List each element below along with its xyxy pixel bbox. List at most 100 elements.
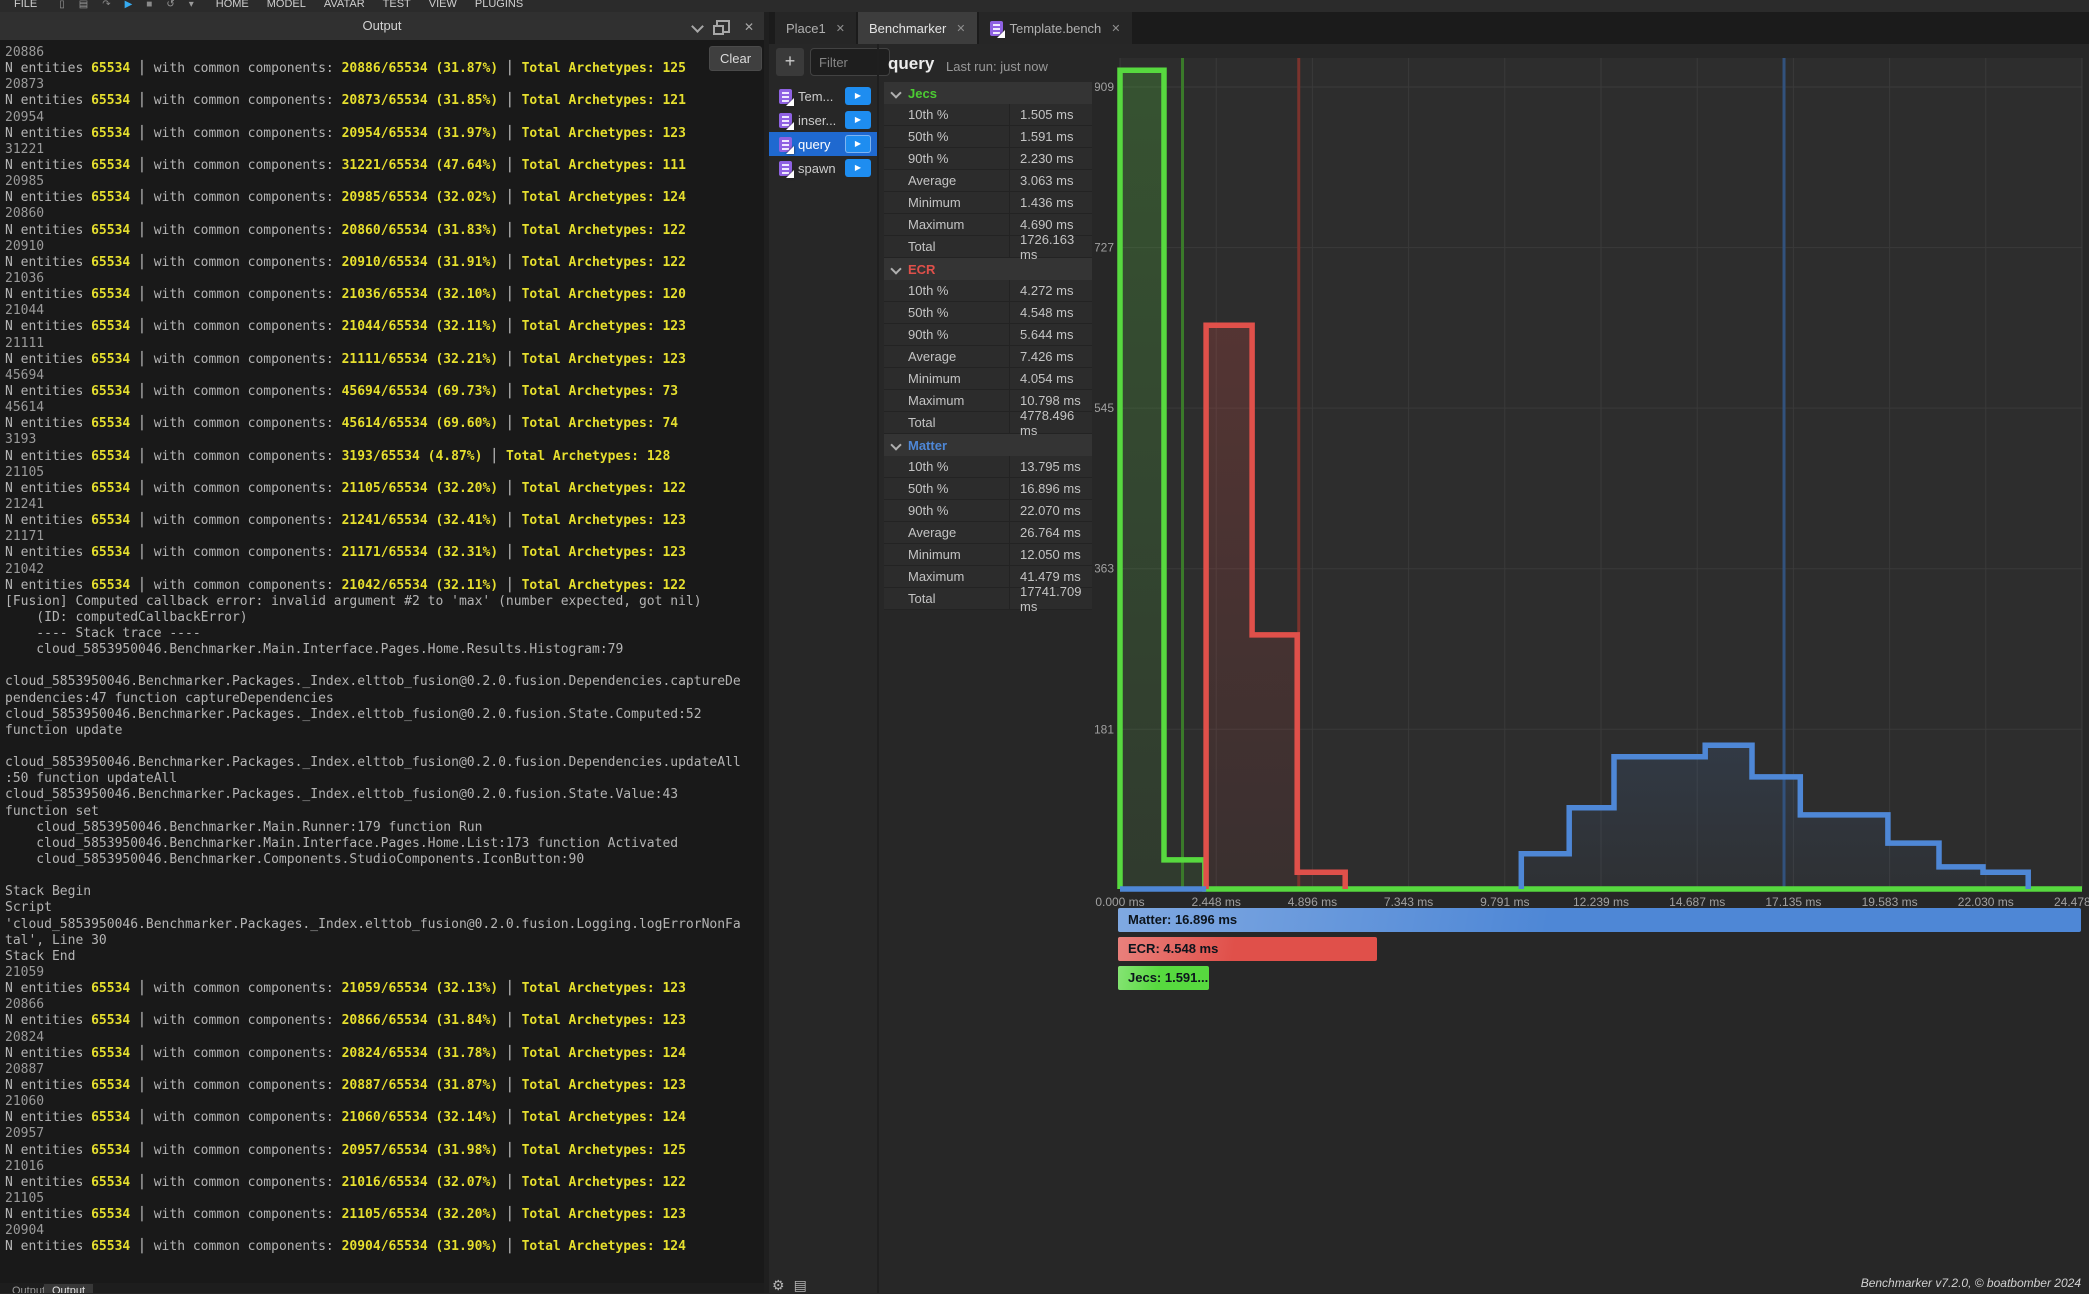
chevron-down-icon [890, 263, 901, 274]
output-bottom-tabbar: OutputOutput [0, 1283, 764, 1293]
stat-row: Average3.063 ms [884, 170, 1092, 192]
stat-label: Total [884, 412, 1009, 433]
y-axis-tick: 909 [1095, 80, 1114, 94]
menu-test[interactable]: TEST [383, 0, 411, 10]
log-line: N entities 65534 │ with common component… [5, 981, 741, 997]
log-line-id: 21016 [5, 1159, 741, 1175]
run-benchmark-button[interactable]: ▶ [845, 111, 871, 129]
float-window-icon[interactable] [716, 20, 730, 33]
add-benchmark-button[interactable]: + [776, 48, 804, 76]
toolbar-icons: ▯ ▤ ↷ ▶ ■ ↺ ▾ [59, 0, 194, 10]
benchmark-item-inser[interactable]: inser...▶ [769, 108, 877, 132]
log-line-id: 21105 [5, 465, 741, 481]
log-line: function update [5, 723, 741, 739]
play-icon[interactable]: ▶ [125, 0, 133, 10]
close-tab-icon[interactable]: ✕ [836, 22, 845, 35]
section-name: ECR [908, 262, 935, 277]
log-line: [Fusion] Computed callback error: invali… [5, 594, 741, 610]
run-benchmark-button[interactable]: ▶ [845, 135, 871, 153]
tab-label: Template.bench [1010, 21, 1102, 36]
output-tab[interactable]: Output [44, 1284, 93, 1293]
menu-plugins[interactable]: PLUGINS [475, 0, 523, 10]
stat-label: Maximum [884, 566, 1009, 587]
chevron-down-icon [890, 87, 901, 98]
legend-chip-matter[interactable]: Matter: 16.896 ms [1118, 908, 2081, 932]
x-axis-tick: 22.030 ms [1958, 895, 2014, 909]
tab-template-bench[interactable]: Template.bench ✕ [979, 12, 1132, 44]
legend-chip-jecs[interactable]: Jecs: 1.591... [1118, 966, 1209, 990]
collapse-chevron-icon[interactable] [691, 20, 704, 33]
x-axis-tick: 12.239 ms [1573, 895, 1629, 909]
stat-row: Minimum4.054 ms [884, 368, 1092, 390]
stat-value: 4778.496 ms [1009, 412, 1092, 433]
menu-file[interactable]: FILE [14, 0, 37, 10]
stat-row: Minimum1.436 ms [884, 192, 1092, 214]
tab-place1[interactable]: Place1✕ [775, 12, 856, 44]
docs-book-icon[interactable]: ▤ [794, 1277, 807, 1294]
menu-model[interactable]: MODEL [267, 0, 306, 10]
menu-home[interactable]: HOME [216, 0, 249, 10]
menu-avatar[interactable]: AVATAR [324, 0, 365, 10]
run-benchmark-button[interactable]: ▶ [845, 87, 871, 105]
settings-gear-icon[interactable]: ⚙ [772, 1277, 785, 1294]
benchmark-item-Tem[interactable]: Tem...▶ [769, 84, 877, 108]
script-icon [779, 161, 792, 176]
histogram-chart[interactable]: 9097275453631810.000 ms2.448 ms4.896 ms7… [1095, 44, 2089, 993]
stat-label: 10th % [884, 104, 1009, 125]
dropdown-icon[interactable]: ▾ [189, 0, 194, 10]
stat-row: 50th %16.896 ms [884, 478, 1092, 500]
stat-value: 22.070 ms [1009, 500, 1092, 521]
log-line: N entities 65534 │ with common component… [5, 255, 741, 271]
close-tab-icon[interactable]: ✕ [956, 22, 965, 35]
log-line-id: 20873 [5, 77, 741, 93]
log-line: N entities 65534 │ with common component… [5, 1078, 741, 1094]
log-line-id: 21044 [5, 303, 741, 319]
stop-icon[interactable]: ■ [146, 0, 152, 10]
run-benchmark-button[interactable]: ▶ [845, 159, 871, 177]
stat-label: 50th % [884, 302, 1009, 323]
log-line: N entities 65534 │ with common component… [5, 1207, 741, 1223]
log-line: ---- Stack trace ---- [5, 626, 741, 642]
log-line: cloud_5853950046.Benchmarker.Packages._I… [5, 787, 741, 803]
log-line: cloud_5853950046.Benchmarker.Components.… [5, 852, 741, 868]
benchmark-item-spawn[interactable]: spawn▶ [769, 156, 877, 180]
log-line-id: 31221 [5, 142, 741, 158]
console-log: 20886 N entities 65534 │ with common comp… [5, 45, 741, 1256]
log-line: N entities 65534 │ with common component… [5, 319, 741, 335]
tab-benchmarker[interactable]: Benchmarker✕ [858, 12, 977, 44]
menu-view[interactable]: VIEW [429, 0, 457, 10]
output-panel-title: Output [0, 18, 764, 33]
log-line: cloud_5853950046.Benchmarker.Packages._I… [5, 674, 741, 690]
benchmark-item-query[interactable]: query▶ [769, 132, 877, 156]
log-line-id: 21171 [5, 529, 741, 545]
log-line [5, 868, 741, 884]
clipboard-icon[interactable]: ▯ [59, 0, 65, 10]
stat-label: Total [884, 236, 1009, 257]
log-line-id: 20886 [5, 45, 741, 61]
log-line: N entities 65534 │ with common component… [5, 1013, 741, 1029]
stat-label: Total [884, 588, 1009, 609]
stat-value: 17741.709 ms [1009, 588, 1092, 609]
section-header-jecs[interactable]: Jecs [884, 82, 1092, 104]
stat-row: Total1726.163 ms [884, 236, 1092, 258]
close-tab-icon[interactable]: ✕ [1111, 22, 1120, 35]
legend-chip-ecr[interactable]: ECR: 4.548 ms [1118, 937, 1377, 961]
log-line-id: 21111 [5, 336, 741, 352]
stat-value: 12.050 ms [1009, 544, 1092, 565]
log-line: N entities 65534 │ with common component… [5, 513, 741, 529]
redo-icon[interactable]: ↷ [102, 0, 110, 10]
log-line: N entities 65534 │ with common component… [5, 352, 741, 368]
output-console[interactable]: 20886 N entities 65534 │ with common comp… [0, 40, 764, 1283]
stat-value: 4.054 ms [1009, 368, 1092, 389]
y-axis-tick: 545 [1095, 401, 1114, 415]
log-line-id: 45614 [5, 400, 741, 416]
log-line: tal', Line 30 [5, 933, 741, 949]
close-icon[interactable]: ✕ [744, 21, 754, 33]
undo-icon[interactable]: ↺ [166, 0, 174, 10]
log-line: N entities 65534 │ with common component… [5, 1143, 741, 1159]
clear-button[interactable]: Clear [709, 46, 762, 71]
log-line: N entities 65534 │ with common component… [5, 449, 741, 465]
log-line: N entities 65534 │ with common component… [5, 481, 741, 497]
stat-value: 7.426 ms [1009, 346, 1092, 367]
paste-icon[interactable]: ▤ [79, 0, 88, 10]
